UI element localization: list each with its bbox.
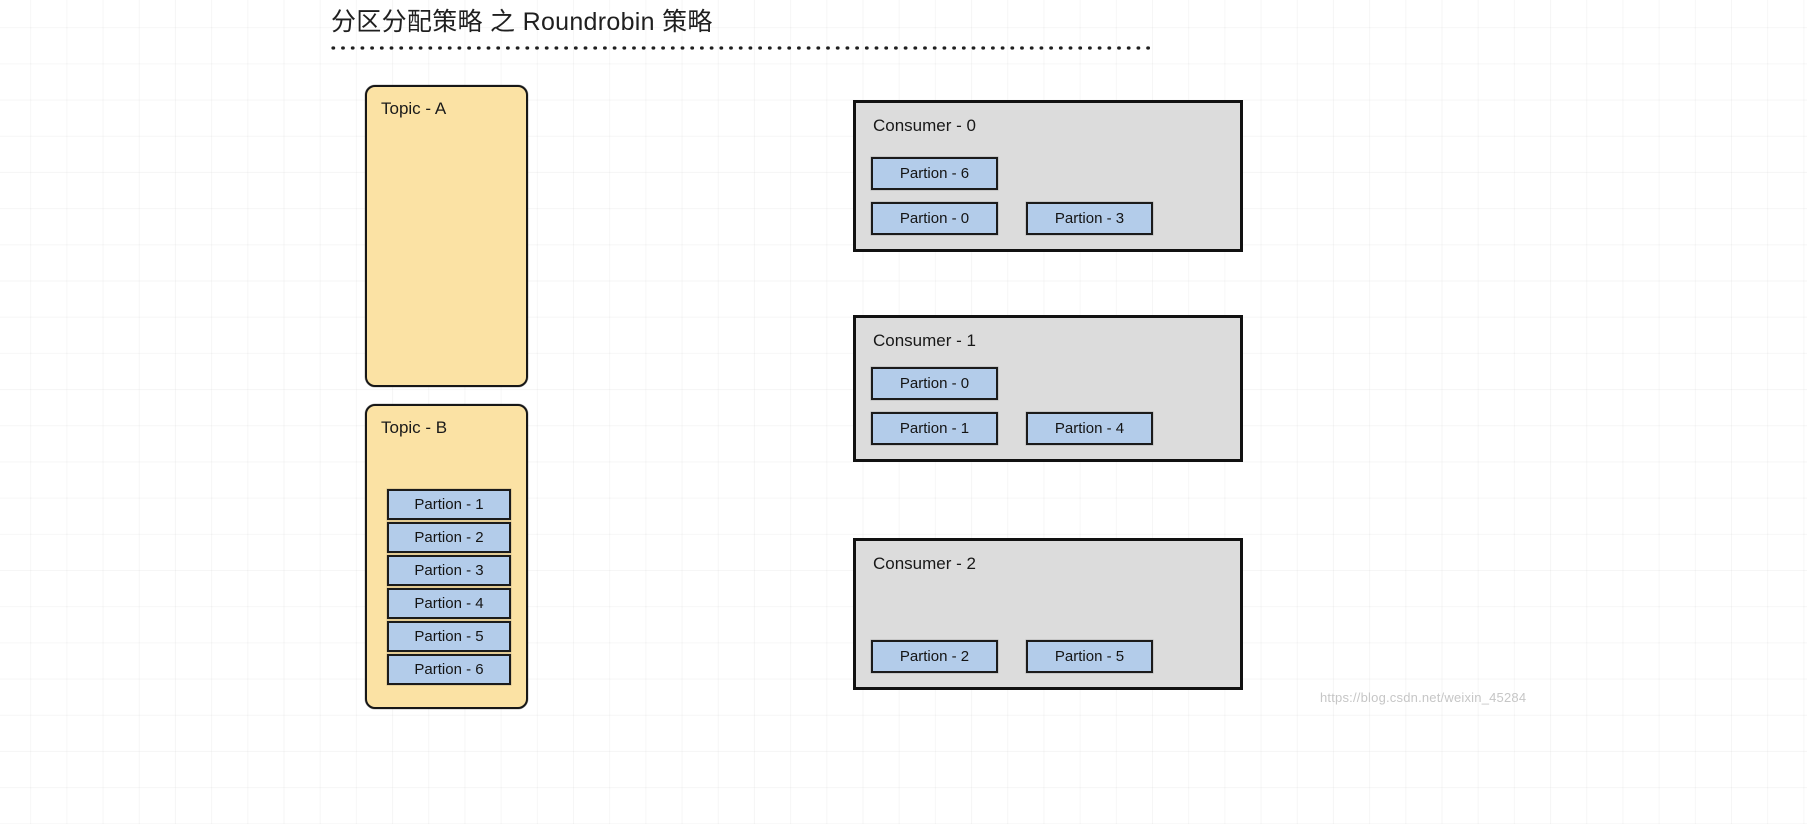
partition-chip[interactable]: Partion - 0 <box>871 202 998 235</box>
consumer-partition-row-empty <box>871 595 1225 628</box>
partition-chip[interactable]: Partion - 3 <box>387 555 511 586</box>
consumer-label: Consumer - 2 <box>873 554 976 573</box>
consumer-label: Consumer - 0 <box>873 116 976 135</box>
watermark-text: https://blog.csdn.net/weixin_45284 <box>1320 690 1527 705</box>
topic-b-partition-list: Partion - 1 Partion - 2 Partion - 3 Part… <box>387 489 511 685</box>
diagram-canvas: 分区分配策略 之 Roundrobin 策略 Topic - A Topic -… <box>0 0 1807 824</box>
consumer-partition-row: Partion - 0 <box>871 367 1225 400</box>
topic-label: Topic - B <box>381 418 448 437</box>
partition-chip[interactable]: Partion - 3 <box>1026 202 1153 235</box>
title-dotted-rule <box>331 46 1151 50</box>
page-title: 分区分配策略 之 Roundrobin 策略 <box>331 8 713 36</box>
consumer-partition-row: Partion - 0 Partion - 3 <box>871 202 1225 235</box>
partition-chip[interactable]: Partion - 6 <box>387 654 511 685</box>
partition-chip[interactable]: Partion - 5 <box>387 621 511 652</box>
consumer-label: Consumer - 1 <box>873 331 976 350</box>
consumer-box-2[interactable]: Consumer - 2 Partion - 2 Partion - 5 <box>853 538 1243 690</box>
partition-chip[interactable]: Partion - 6 <box>871 157 998 190</box>
partition-chip[interactable]: Partion - 0 <box>871 367 998 400</box>
partition-chip[interactable]: Partion - 2 <box>387 522 511 553</box>
partition-chip[interactable]: Partion - 5 <box>1026 640 1153 673</box>
partition-chip[interactable]: Partion - 1 <box>387 489 511 520</box>
partition-chip[interactable]: Partion - 4 <box>1026 412 1153 445</box>
partition-chip[interactable]: Partion - 4 <box>387 588 511 619</box>
consumer-partition-row: Partion - 6 <box>871 157 1225 190</box>
consumer-2-partition-rows: Partion - 2 Partion - 5 <box>871 595 1225 673</box>
topic-box-a[interactable]: Topic - A <box>365 85 528 387</box>
consumer-1-partition-rows: Partion - 0 Partion - 1 Partion - 4 <box>871 367 1225 445</box>
topic-box-b[interactable]: Topic - B Partion - 1 Partion - 2 Partio… <box>365 404 528 709</box>
consumer-partition-row: Partion - 1 Partion - 4 <box>871 412 1225 445</box>
consumer-0-partition-rows: Partion - 6 Partion - 0 Partion - 3 <box>871 157 1225 235</box>
consumer-partition-row: Partion - 2 Partion - 5 <box>871 640 1225 673</box>
partition-chip[interactable]: Partion - 1 <box>871 412 998 445</box>
partition-chip[interactable]: Partion - 2 <box>871 640 998 673</box>
consumer-box-0[interactable]: Consumer - 0 Partion - 6 Partion - 0 Par… <box>853 100 1243 252</box>
consumer-box-1[interactable]: Consumer - 1 Partion - 0 Partion - 1 Par… <box>853 315 1243 462</box>
topic-label: Topic - A <box>381 99 447 118</box>
